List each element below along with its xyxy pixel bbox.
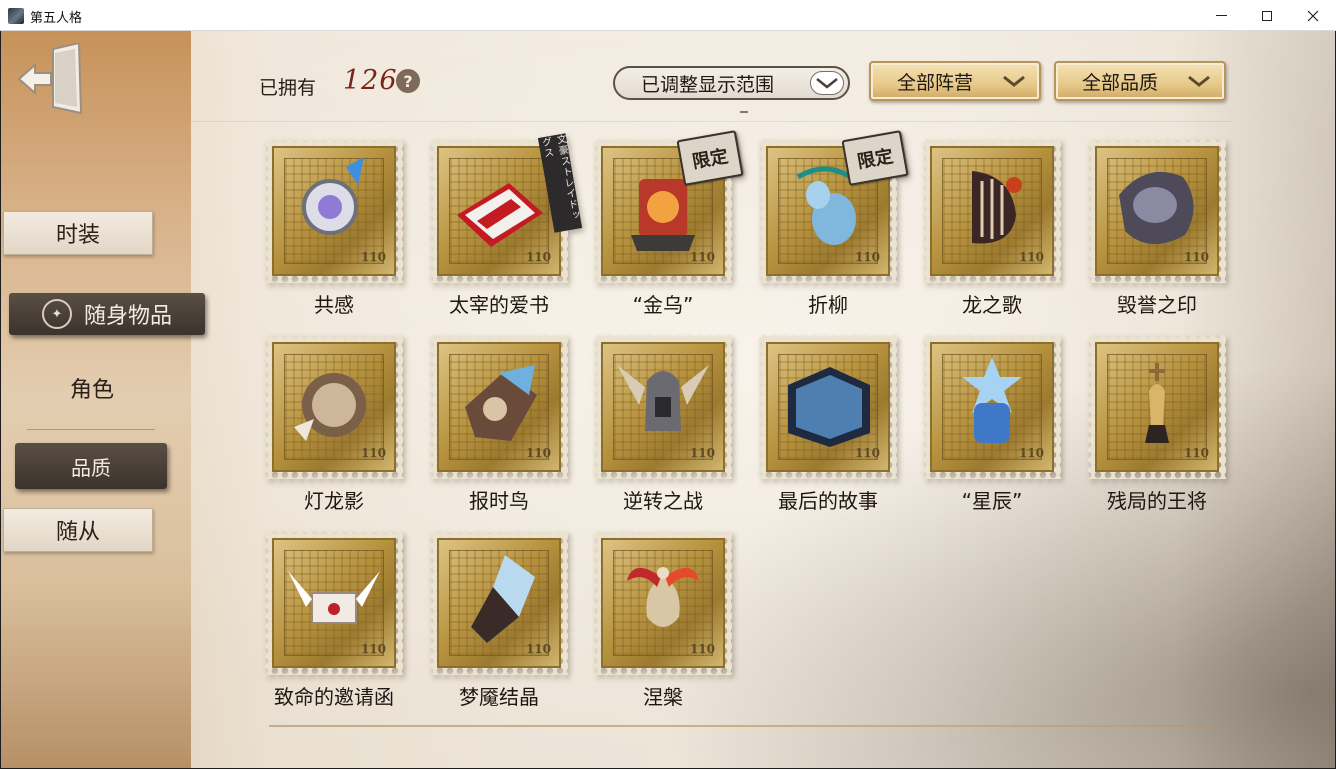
chevron-down-icon (1003, 75, 1025, 87)
minimize-button[interactable] (1198, 0, 1244, 31)
item-name: 灯龙影 (304, 489, 364, 513)
item-name: “星辰” (961, 489, 1023, 513)
item-name: 逆转之战 (623, 489, 703, 513)
chevron-down-icon (1188, 75, 1210, 87)
close-button[interactable] (1290, 0, 1336, 31)
window-titlebar: 第五人格 (0, 0, 1336, 31)
item-card-clock-bird[interactable]: 110 报时鸟 (428, 335, 570, 515)
item-card-dragon-harp[interactable]: 110 龙之歌 (921, 139, 1063, 319)
item-name: “金乌” (632, 293, 694, 317)
winged-letter-icon (288, 571, 380, 624)
owned-label: 已拥有 (259, 77, 317, 99)
tab-follower[interactable]: 随从 (3, 508, 153, 552)
tab-accessories-label: 随身物品 (83, 304, 172, 329)
tab-character[interactable]: 角色 (27, 367, 157, 409)
limited-badge: 限定 (841, 130, 909, 186)
exit-door-icon (17, 41, 83, 115)
dragon-harp-icon (972, 171, 1022, 244)
item-card-winged-letter[interactable]: 110 致命的邀请函 (263, 531, 405, 711)
gear-crystal-icon (302, 157, 364, 235)
item-card-nightmare-crystal[interactable]: 110 梦魇结晶 (428, 531, 570, 711)
item-card-phoenix[interactable]: 110 涅槃 (592, 531, 734, 711)
item-card-dragon-lantern[interactable]: 110 灯龙影 (263, 335, 405, 515)
red-book-icon (457, 183, 543, 247)
maximize-icon (1262, 10, 1272, 21)
item-name: 折柳 (808, 293, 848, 317)
close-icon (1307, 10, 1319, 21)
display-range-label: 已调整显示范围 (641, 73, 775, 96)
tab-costume[interactable]: 时装 (3, 211, 153, 255)
item-name: 龙之歌 (962, 293, 1022, 317)
item-name: 报时鸟 (469, 489, 529, 513)
minimize-icon (1215, 15, 1227, 16)
item-card-willow-gourd[interactable]: 110 限定 折柳 (757, 130, 909, 319)
camp-filter-dropdown[interactable]: 全部阵营 (869, 61, 1041, 101)
item-card-red-book[interactable]: 110 文豪ストレイドッグス 太宰的爱书 (428, 133, 583, 319)
item-name: 致命的邀请函 (274, 685, 394, 709)
shield-emblem-icon: ✦ (41, 299, 72, 329)
sidebar: 时装 ✦ 随身物品 角色 品质 随从 (1, 31, 205, 768)
item-name: 共感 (314, 293, 354, 317)
maximize-button[interactable] (1244, 0, 1290, 31)
camp-filter-label: 全部阵营 (897, 71, 974, 94)
blue-book-icon (788, 367, 870, 447)
dark-seal-icon (1119, 171, 1194, 245)
owned-count: 126 (343, 65, 398, 96)
item-card-winged-helmet[interactable]: 110 逆转之战 (592, 335, 734, 515)
tab-accessories[interactable]: ✦ 随身物品 (9, 293, 205, 335)
question-icon[interactable]: ? (396, 69, 420, 93)
item-name: 最后的故事 (778, 489, 878, 513)
game-viewport: 时装 ✦ 随身物品 角色 品质 随从 已拥有 126 ? 已调整显示范围 全部阵… (1, 31, 1335, 768)
item-card-bird-scroll[interactable]: 110 限定 “金乌” (592, 130, 744, 319)
tab-character-label: 角色 (69, 378, 114, 403)
chess-king-icon (1145, 363, 1169, 443)
tab-follower-label: 随从 (55, 520, 100, 545)
limited-badge: 限定 (676, 130, 744, 186)
tab-quality-label: 品质 (71, 455, 111, 480)
tab-costume-label: 时装 (55, 223, 100, 248)
nightmare-crystal-icon (471, 555, 535, 643)
exit-button[interactable] (17, 41, 87, 115)
tab-quality[interactable]: 品质 (15, 443, 167, 489)
dragon-lantern-icon (294, 373, 366, 441)
item-name: 涅槃 (643, 685, 683, 709)
item-card-star-bottle[interactable]: 110 “星辰” (921, 335, 1063, 515)
display-range-dropdown[interactable]: 已调整显示范围 (613, 66, 850, 100)
item-name: 残局的王将 (1107, 489, 1207, 513)
clock-bird-icon (465, 365, 537, 441)
star-bottle-icon (962, 357, 1022, 443)
quality-filter-label: 全部品质 (1082, 71, 1159, 94)
phoenix-icon (627, 567, 699, 627)
item-card-chess-king[interactable]: 110 残局的王将 (1086, 335, 1228, 515)
chevron-down-icon (816, 78, 838, 89)
winged-helmet-icon (617, 365, 709, 431)
item-name: 梦魇结晶 (459, 685, 539, 709)
item-card-dark-seal[interactable]: 110 毁誉之印 (1086, 139, 1228, 319)
item-card-blue-book[interactable]: 110 最后的故事 (757, 335, 899, 515)
item-name: 毁誉之印 (1117, 293, 1197, 317)
window-title: 第五人格 (30, 11, 83, 26)
item-name: 太宰的爱书 (449, 293, 549, 317)
quality-filter-dropdown[interactable]: 全部品质 (1054, 61, 1226, 101)
game-app-icon (8, 8, 24, 24)
item-card-gear-crystal[interactable]: 110 共感 (263, 139, 405, 319)
